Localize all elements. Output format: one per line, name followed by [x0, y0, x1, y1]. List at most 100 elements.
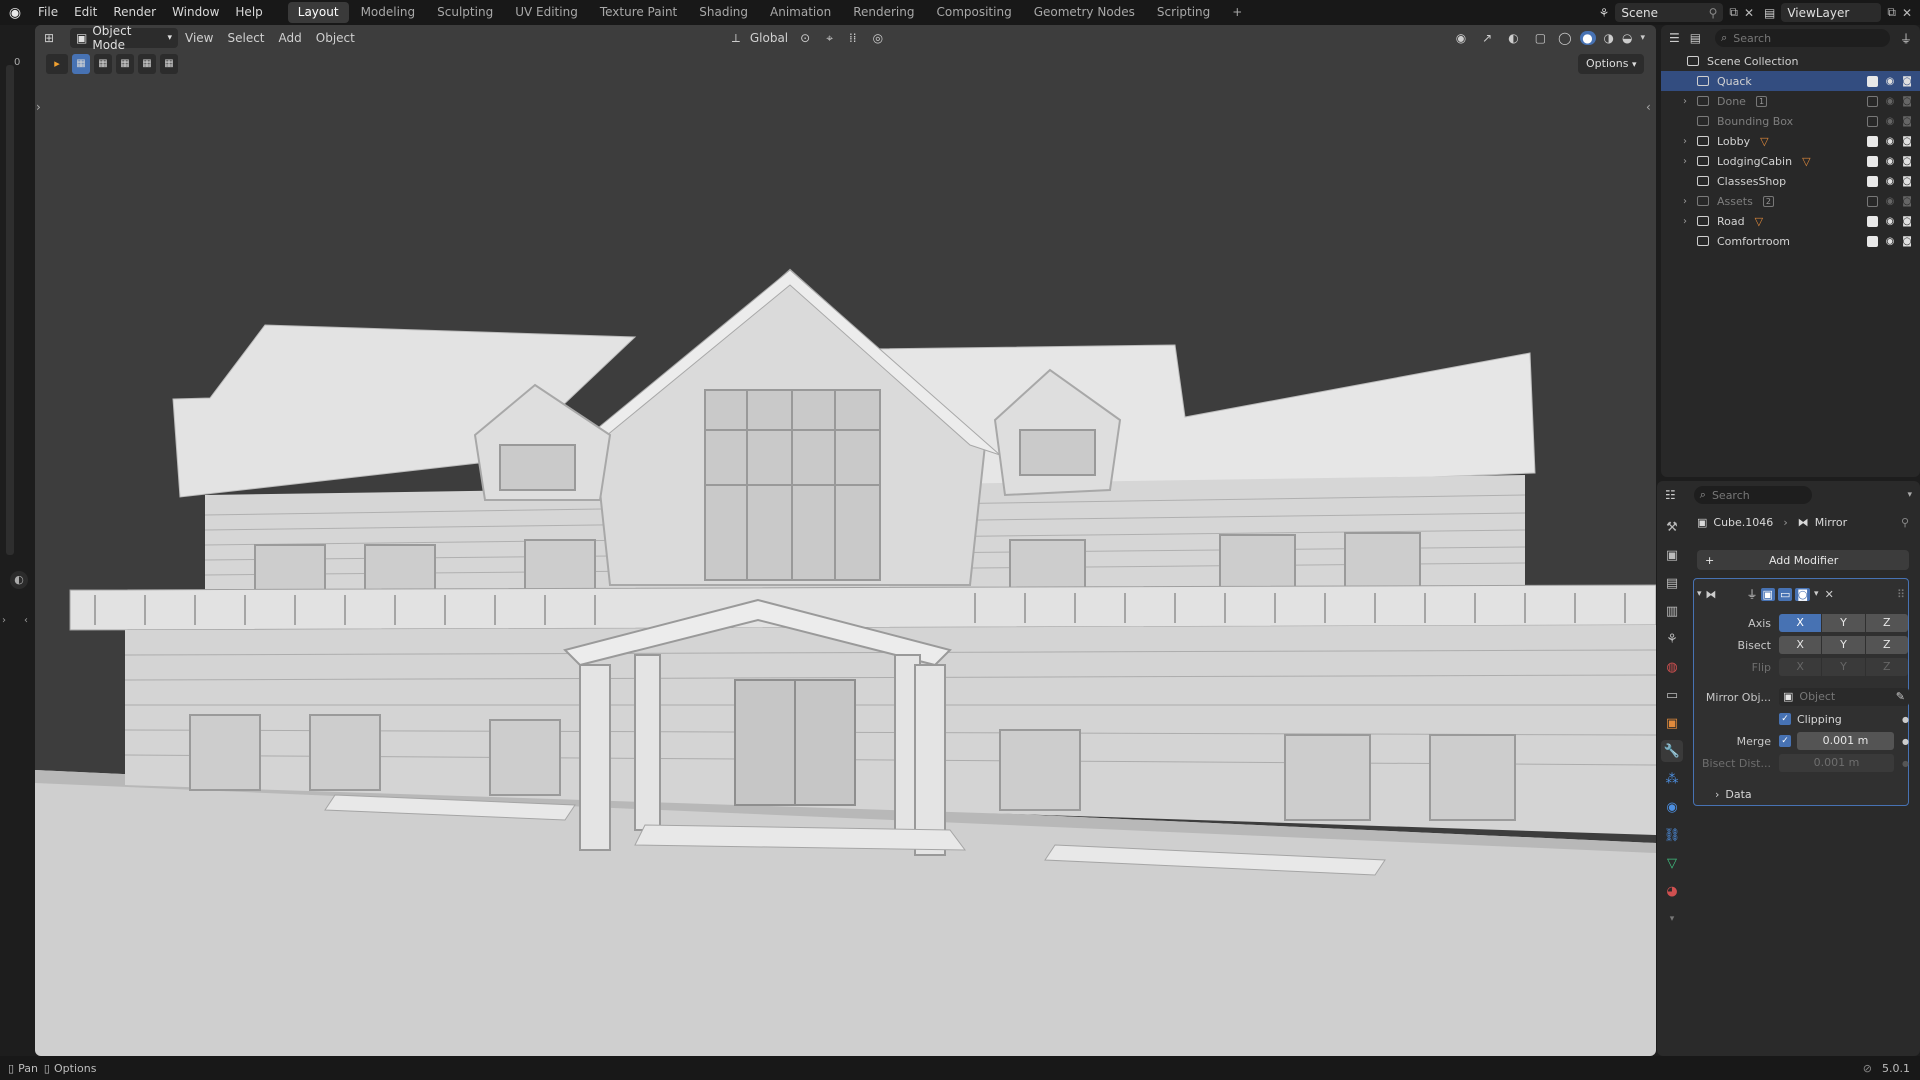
menu-object[interactable]: Object	[309, 28, 362, 48]
eye-icon[interactable]: ◉	[1886, 116, 1895, 127]
mirror-object-field[interactable]: ▣ Object ✎	[1779, 688, 1909, 706]
blender-logo-icon[interactable]: ◉	[0, 5, 30, 21]
exclude-checkbox[interactable]	[1866, 215, 1878, 227]
axis-y-toggle[interactable]: Y	[1822, 614, 1865, 632]
eye-icon[interactable]: ◉	[1886, 96, 1895, 107]
filter-icon[interactable]: ⏚	[1900, 30, 1912, 47]
tab-shading[interactable]: Shading	[689, 2, 758, 23]
outliner-item[interactable]: ClassesShop ◉ ◙	[1661, 171, 1920, 191]
flip-z-toggle[interactable]: Z	[1865, 658, 1908, 676]
exclude-checkbox[interactable]	[1866, 115, 1878, 127]
view-layer-tab-icon[interactable]: ▥	[1661, 600, 1683, 622]
particles-tab-icon[interactable]: ⁂	[1661, 768, 1683, 790]
outliner-item[interactable]: › Lobby ▽ ◉ ◙	[1661, 131, 1920, 151]
xray-icon[interactable]: ▢	[1535, 31, 1546, 45]
chevron-down-icon[interactable]: ▾	[1907, 490, 1912, 500]
outliner-scene-collection[interactable]: Scene Collection	[1661, 51, 1920, 71]
3d-viewport[interactable]	[35, 25, 1656, 1056]
outliner-item[interactable]: Bounding Box ◉ ◙	[1661, 111, 1920, 131]
camera-icon[interactable]: ◙	[1902, 136, 1912, 147]
pivot-icon[interactable]: ⊙	[800, 31, 810, 45]
outliner-editor-type-icon[interactable]: ☰	[1669, 31, 1680, 45]
snap-target-icon[interactable]: ⁞⁞	[849, 31, 857, 45]
menu-edit[interactable]: Edit	[66, 0, 105, 25]
new-scene-icon[interactable]: ⧉	[1729, 5, 1738, 20]
select-intersect-icon[interactable]: ▦	[160, 54, 178, 74]
modifier-menu-icon[interactable]: ▾	[1814, 589, 1819, 599]
collapse-chevron-icon[interactable]: ▾	[1697, 589, 1702, 599]
exclude-checkbox[interactable]	[1866, 175, 1878, 187]
toolbar-expand-icon[interactable]: ›	[36, 100, 41, 114]
material-tab-icon[interactable]: ◕	[1661, 880, 1683, 902]
tab-animation[interactable]: Animation	[760, 2, 841, 23]
camera-icon[interactable]: ◙	[1902, 176, 1912, 187]
exclude-checkbox[interactable]	[1866, 135, 1878, 147]
transform-orientation-dropdown[interactable]: Global	[746, 28, 792, 48]
proportional-edit-icon[interactable]: ◎	[873, 31, 883, 45]
menu-window[interactable]: Window	[164, 0, 227, 25]
keyframe-dot-icon[interactable]: ●	[1902, 715, 1909, 724]
remove-view-layer-icon[interactable]: ✕	[1902, 6, 1912, 20]
shading-options-icon[interactable]: ▾	[1640, 33, 1645, 43]
add-workspace-button[interactable]: +	[1222, 2, 1252, 23]
show-in-editmode-icon[interactable]: ⏚	[1747, 586, 1758, 602]
select-invert-icon[interactable]: ▦	[138, 54, 156, 74]
keyframe-dot-icon[interactable]: ●	[1902, 737, 1909, 746]
eye-icon[interactable]: ◉	[1886, 76, 1895, 87]
more-tabs-icon[interactable]: ▾	[1661, 908, 1683, 930]
tab-rendering[interactable]: Rendering	[843, 2, 924, 23]
scene-tab-icon[interactable]: ⚘	[1661, 628, 1683, 650]
show-on-cage-icon[interactable]: ▣	[1760, 587, 1775, 601]
exclude-checkbox[interactable]	[1866, 155, 1878, 167]
scene-selector[interactable]: Scene ⚲	[1615, 3, 1724, 22]
axis-x-toggle[interactable]: X	[1779, 614, 1822, 632]
clipping-checkbox[interactable]: ✓	[1779, 713, 1791, 725]
camera-icon[interactable]: ◙	[1902, 236, 1912, 247]
flip-x-toggle[interactable]: X	[1779, 658, 1822, 676]
flip-y-toggle[interactable]: Y	[1822, 658, 1865, 676]
eye-icon[interactable]: ◉	[1886, 156, 1895, 167]
collapse-left-icon[interactable]: ‹	[24, 615, 28, 626]
camera-icon[interactable]: ◙	[1902, 156, 1912, 167]
exclude-checkbox[interactable]	[1866, 235, 1878, 247]
properties-search-field[interactable]: ⌕ Search	[1693, 486, 1812, 504]
expand-arrow-icon[interactable]: ›	[1683, 196, 1697, 207]
select-subtract-icon[interactable]: ▦	[116, 54, 134, 74]
bisect-x-toggle[interactable]: X	[1779, 636, 1822, 654]
eye-icon[interactable]: ◉	[1886, 136, 1895, 147]
axis-z-toggle[interactable]: Z	[1865, 614, 1908, 632]
eye-icon[interactable]: ◉	[1886, 176, 1895, 187]
tab-scripting[interactable]: Scripting	[1147, 2, 1220, 23]
menu-select[interactable]: Select	[220, 28, 271, 48]
expand-arrow-icon[interactable]: ›	[1683, 136, 1697, 147]
merge-distance-field[interactable]: 0.001 m	[1797, 732, 1895, 750]
drag-handle-icon[interactable]: ⠿	[1897, 588, 1905, 601]
pin-icon[interactable]: ⚲	[1901, 516, 1909, 529]
shading-rendered-icon[interactable]: ◒	[1622, 31, 1632, 45]
render-tab-icon[interactable]: ▣	[1661, 544, 1683, 566]
editor-type-icon[interactable]: ⊞	[36, 31, 66, 45]
camera-icon[interactable]: ◙	[1902, 76, 1912, 87]
merge-checkbox[interactable]: ✓	[1779, 735, 1791, 747]
select-box-tool-icon[interactable]: ▸	[46, 54, 68, 74]
menu-add[interactable]: Add	[272, 28, 309, 48]
show-viewport-icon[interactable]: ▭	[1777, 587, 1793, 601]
shading-wireframe-icon[interactable]: ◯	[1558, 31, 1571, 45]
outliner-item[interactable]: Quack ◉ ◙	[1661, 71, 1920, 91]
view-layer-selector[interactable]: ViewLayer	[1781, 3, 1882, 22]
outliner-item[interactable]: › LodgingCabin ▽ ◉ ◙	[1661, 151, 1920, 171]
expand-arrow-icon[interactable]: ›	[1683, 156, 1697, 167]
world-tab-icon[interactable]: ◍	[1661, 656, 1683, 678]
bisect-distance-field[interactable]: 0.001 m	[1779, 754, 1895, 772]
properties-editor-type-icon[interactable]: ☷	[1665, 488, 1676, 502]
tab-sculpting[interactable]: Sculpting	[427, 2, 503, 23]
outliner-item[interactable]: › Done 1 ◉ ◙	[1661, 91, 1920, 111]
tool-tab-icon[interactable]: ⚒	[1661, 516, 1683, 538]
visibility-icon[interactable]: ◉	[1456, 31, 1466, 45]
pin-icon[interactable]: ⚲	[1709, 6, 1718, 20]
add-modifier-button[interactable]: + Add Modifier	[1697, 550, 1909, 570]
display-mode-icon[interactable]: ▤	[1690, 31, 1701, 45]
bisect-z-toggle[interactable]: Z	[1865, 636, 1908, 654]
shading-material-icon[interactable]: ◑	[1604, 31, 1614, 45]
strip-handle-icon[interactable]: ◐	[10, 571, 28, 589]
